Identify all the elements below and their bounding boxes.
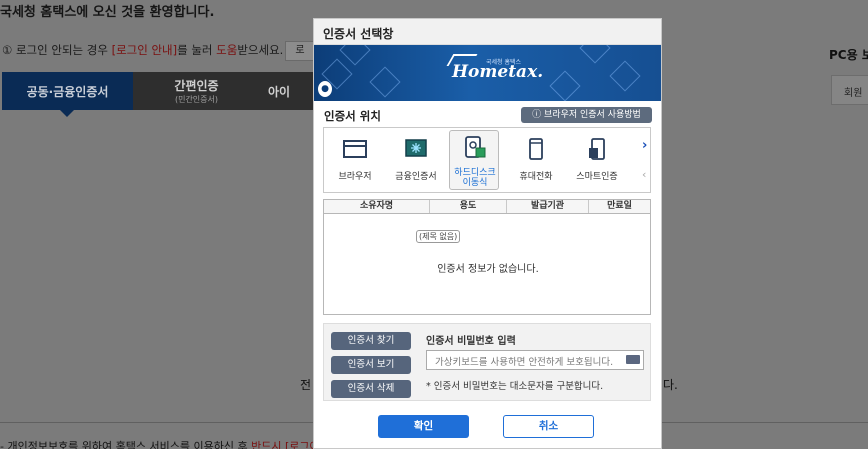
cert-location-selector: 브라우저 금융인증서 하드디스크 이동식 휴대전화 스마트인증 › ‹ <box>323 127 651 193</box>
tab-id-login[interactable]: 아이 <box>260 72 315 110</box>
tab-simple-auth[interactable]: 간편인증 (민간인증서) <box>133 72 260 110</box>
password-panel: 인증서 찾기 인증서 보기 인증서 삭제 인증서 비밀번호 입력 가상키보드를 … <box>323 323 651 401</box>
untitled-badge: (제목 없음) <box>416 230 461 243</box>
financial-cert-icon <box>405 139 427 157</box>
location-smart-cert[interactable]: 스마트인증 <box>572 130 622 190</box>
column-owner[interactable]: 소유자명 <box>324 200 430 213</box>
password-input[interactable]: 가상키보드를 사용하면 안전하게 보호됩니다. <box>426 350 644 370</box>
column-usage[interactable]: 용도 <box>430 200 507 213</box>
table-header: 소유자명 용도 발급기관 만료일 <box>324 200 650 214</box>
location-financial-cert[interactable]: 금융인증서 <box>391 130 441 190</box>
chevron-right-icon[interactable]: › <box>642 138 647 153</box>
delete-cert-button[interactable]: 인증서 삭제 <box>331 380 411 398</box>
mobile-phone-icon <box>529 138 543 160</box>
login-guide-link[interactable]: [로그인 안내] <box>112 43 178 57</box>
virtual-keyboard-icon[interactable] <box>626 355 640 364</box>
password-case-note: * 인증서 비밀번호는 대소문자를 구분합니다. <box>426 381 604 392</box>
column-issuer[interactable]: 발급기관 <box>507 200 589 213</box>
login-notice: ① 로그인 안되는 경우 [로그인 안내]를 눌러 도움받으세요. <box>2 43 284 57</box>
tab-joint-financial-cert[interactable]: 공동·금융인증서 <box>2 72 133 117</box>
certificate-table: 소유자명 용도 발급기관 만료일 (제목 없음) 인증서 정보가 없습니다. <box>323 199 651 315</box>
login-tabs: 공동·금융인증서 간편인증 (민간인증서) 아이 <box>0 72 315 117</box>
view-cert-button[interactable]: 인증서 보기 <box>331 356 411 374</box>
background-text-right: 다. <box>663 378 678 392</box>
harddisk-icon <box>465 136 486 158</box>
password-title: 인증서 비밀번호 입력 <box>426 336 516 347</box>
background-text-left: 전 <box>300 378 312 392</box>
login-help-button[interactable]: 로 <box>285 41 315 61</box>
column-expiry[interactable]: 만료일 <box>589 200 650 213</box>
privacy-footer-text: - 개인정보보호를 위하여 홈택스 서비스를 이용하신 후 반드시 [로그아 <box>0 440 320 449</box>
cancel-button[interactable]: 취소 <box>503 415 594 438</box>
browser-icon <box>343 140 367 158</box>
location-mobile-phone[interactable]: 휴대전화 <box>511 130 561 190</box>
confirm-button[interactable]: 확인 <box>378 415 469 438</box>
location-browser[interactable]: 브라우저 <box>330 130 380 190</box>
member-button[interactable]: 회원 <box>831 75 868 105</box>
empty-table-message: 인증서 정보가 없습니다. <box>437 264 539 275</box>
dialog-content: 브라우저 금융인증서 하드디스크 이동식 휴대전화 스마트인증 › ‹ 소유자명… <box>313 18 662 449</box>
location-harddisk-removable[interactable]: 하드디스크 이동식 <box>449 130 499 190</box>
smart-cert-icon <box>589 138 605 160</box>
find-cert-button[interactable]: 인증서 찾기 <box>331 332 411 350</box>
pc-security-label: PC용 보 <box>829 48 868 62</box>
chevron-left-icon[interactable]: ‹ <box>642 168 646 181</box>
welcome-heading: 국세청 홈택스에 오신 것을 환영합니다. <box>0 5 215 20</box>
